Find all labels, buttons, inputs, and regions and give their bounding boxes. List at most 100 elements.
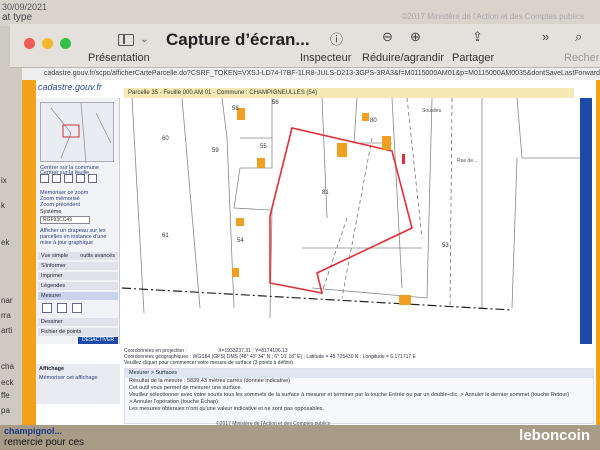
sidebar-icon[interactable]	[118, 34, 134, 46]
map-label: 61	[162, 233, 169, 239]
vue-simple-label[interactable]: Vue simple	[41, 253, 68, 259]
zoom-box-tool-icon[interactable]	[76, 174, 85, 183]
measure-line4: Les mesures obtenues n'ont qu'une valeur…	[129, 406, 325, 412]
measure-surface-icon[interactable]	[57, 303, 67, 313]
map-side-strip	[580, 98, 592, 344]
map-label: 60	[162, 136, 169, 142]
left-panel: Centrer sur la commune Centrer sur la fe…	[36, 98, 120, 344]
background-left-strip: ix k ek nar rra arti cha eck ffe pa	[0, 26, 22, 450]
search-icon[interactable]: ⌕	[575, 29, 582, 45]
site-logo[interactable]: cadastre.gouv.fr	[38, 82, 102, 92]
map-label: 81	[322, 190, 329, 196]
cadastre-page: cadastre.gouv.fr Parcelle 35 - Feuille 0…	[36, 80, 596, 427]
reduire-label[interactable]: Réduire/agrandir	[362, 52, 444, 64]
measure-distance-icon[interactable]	[42, 303, 52, 313]
background-bottom-strip: champignol... remercie pour ces	[0, 425, 600, 450]
bg-fragment: nar	[1, 296, 13, 305]
building	[382, 136, 391, 150]
section-legendes[interactable]: Légendes	[38, 282, 118, 290]
bg-copyright: ©2017 Ministère de l'Action et des Compt…	[401, 12, 584, 21]
map-label: 56	[272, 100, 279, 106]
system-label: Système	[40, 209, 62, 215]
bg-fragment: k	[1, 201, 5, 210]
zoom-window-button[interactable]	[60, 38, 71, 49]
link-zoom-precedent[interactable]: Zoom précédent	[40, 202, 80, 208]
building	[399, 295, 411, 305]
coordinates-panel: Coordonnées en projection : X=1933237.31…	[124, 348, 580, 366]
memoriser-affichage-link[interactable]: Mémoriser cet affichage	[36, 374, 120, 382]
bg-fragment: pa	[1, 406, 10, 415]
affichage-panel: Affichage Mémoriser cet affichage	[36, 364, 120, 404]
map-label: 58	[232, 106, 239, 112]
parcel-header: Parcelle 35 - Feuille 000 AM 01 - Commun…	[124, 88, 574, 98]
desactiver-button[interactable]: DÉSACTIVER	[78, 337, 118, 344]
building	[257, 158, 265, 168]
inspecteur-label[interactable]: Inspecteur	[300, 52, 351, 64]
pan-tool-icon[interactable]	[40, 174, 49, 183]
bg-fragment: ffe	[1, 391, 10, 400]
measure-line3[interactable]: > Annuler l'opération (touche Échap)	[125, 399, 593, 406]
bg-fragment: arti	[1, 326, 13, 335]
presentation-label[interactable]: Présentation	[88, 52, 150, 64]
system-select[interactable]: RGF93CC49	[40, 216, 90, 224]
bg-fragment: ek	[1, 238, 10, 247]
share-icon[interactable]: ⇪	[472, 29, 483, 45]
zoom-out-tool-icon[interactable]	[64, 174, 73, 183]
close-window-button[interactable]	[24, 38, 35, 49]
overview-minimap[interactable]	[40, 102, 114, 164]
measure-circle-icon[interactable]	[72, 303, 82, 313]
navigation-tools	[40, 174, 114, 186]
bg-fragment: ix	[1, 176, 7, 185]
measure-hint: Veuillez cliquer pour commencer votre me…	[124, 360, 293, 366]
screenshot-content: cadastre.gouv.fr/scpc/afficherCarteParce…	[22, 68, 600, 427]
map-label: 80	[370, 118, 377, 124]
zoom-out-icon[interactable]: ⊖	[382, 29, 393, 45]
section-fichier-points[interactable]: Fichier de points	[38, 328, 118, 336]
building	[362, 113, 369, 121]
measure-line2[interactable]: Veuillez sélectionner avec votre souris …	[125, 392, 593, 399]
minimize-window-button[interactable]	[42, 38, 53, 49]
section-informer[interactable]: S'informer	[38, 262, 118, 270]
building	[337, 143, 347, 157]
background-window-top: 30/09/2021 at type ©2017 Ministère de l'…	[0, 0, 600, 26]
measure-result: Résultat de la mesure : 5839.43 mètres c…	[129, 378, 291, 384]
zoom-in-icon[interactable]: ⊕	[410, 29, 421, 45]
info-icon[interactable]: ⓘ	[330, 29, 343, 48]
vue-simple-tab[interactable]: Vue simple outils avancés	[38, 252, 118, 260]
bg-bottom-text: remercie pour ces	[4, 437, 85, 448]
bg-fragment: rra	[1, 311, 11, 320]
bg-label: at type	[2, 12, 33, 23]
more-chevrons-icon[interactable]: »	[542, 29, 549, 44]
flag-checkbox-label[interactable]: Afficher un drapeau sur les parcelles en…	[40, 228, 116, 246]
zoom-in-tool-icon[interactable]	[52, 174, 61, 183]
bg-fragment: eck	[1, 378, 14, 387]
measure-title: Mesurer > Surfaces	[125, 369, 593, 378]
section-imprimer[interactable]: Imprimer	[38, 272, 118, 280]
section-mesurer[interactable]: Mesurer	[38, 292, 118, 300]
section-dessiner[interactable]: Dessiner	[38, 318, 118, 326]
leboncoin-watermark: leboncoin	[519, 427, 590, 444]
outils-avances-label[interactable]: outils avancés	[80, 252, 115, 260]
preview-window-toolbar: ⌄ Présentation Capture d’écran... ⓘ Insp…	[10, 24, 600, 68]
map-label: 53	[442, 243, 449, 249]
map-label: 54	[237, 238, 244, 244]
affichage-title: Affichage	[39, 366, 65, 372]
minimap-lines	[50, 102, 112, 164]
building	[236, 218, 244, 226]
map-label: 55	[260, 144, 267, 150]
recherche-label[interactable]: Recherc	[564, 52, 600, 64]
map-label: 59	[212, 148, 219, 154]
street-label: Rue de...	[457, 158, 478, 164]
bg-bottom-bold: champignol...	[4, 426, 63, 436]
window-title: Capture d’écran...	[166, 30, 310, 49]
map-svg	[121, 97, 580, 344]
marker	[402, 154, 405, 164]
full-extent-tool-icon[interactable]	[88, 174, 97, 183]
chevron-down-icon[interactable]: ⌄	[140, 34, 148, 45]
cadastral-map[interactable]: 58 56 60 59 55 80 81 61 54 53 Soualieu R…	[121, 97, 580, 344]
measure-line1: Cet outil vous permet de mesurer une sur…	[129, 385, 243, 391]
url-bar[interactable]: cadastre.gouv.fr/scpc/afficherCarteParce…	[22, 68, 600, 80]
building	[232, 268, 239, 277]
street-label: Soualieu	[422, 108, 442, 114]
partager-label[interactable]: Partager	[452, 52, 494, 64]
